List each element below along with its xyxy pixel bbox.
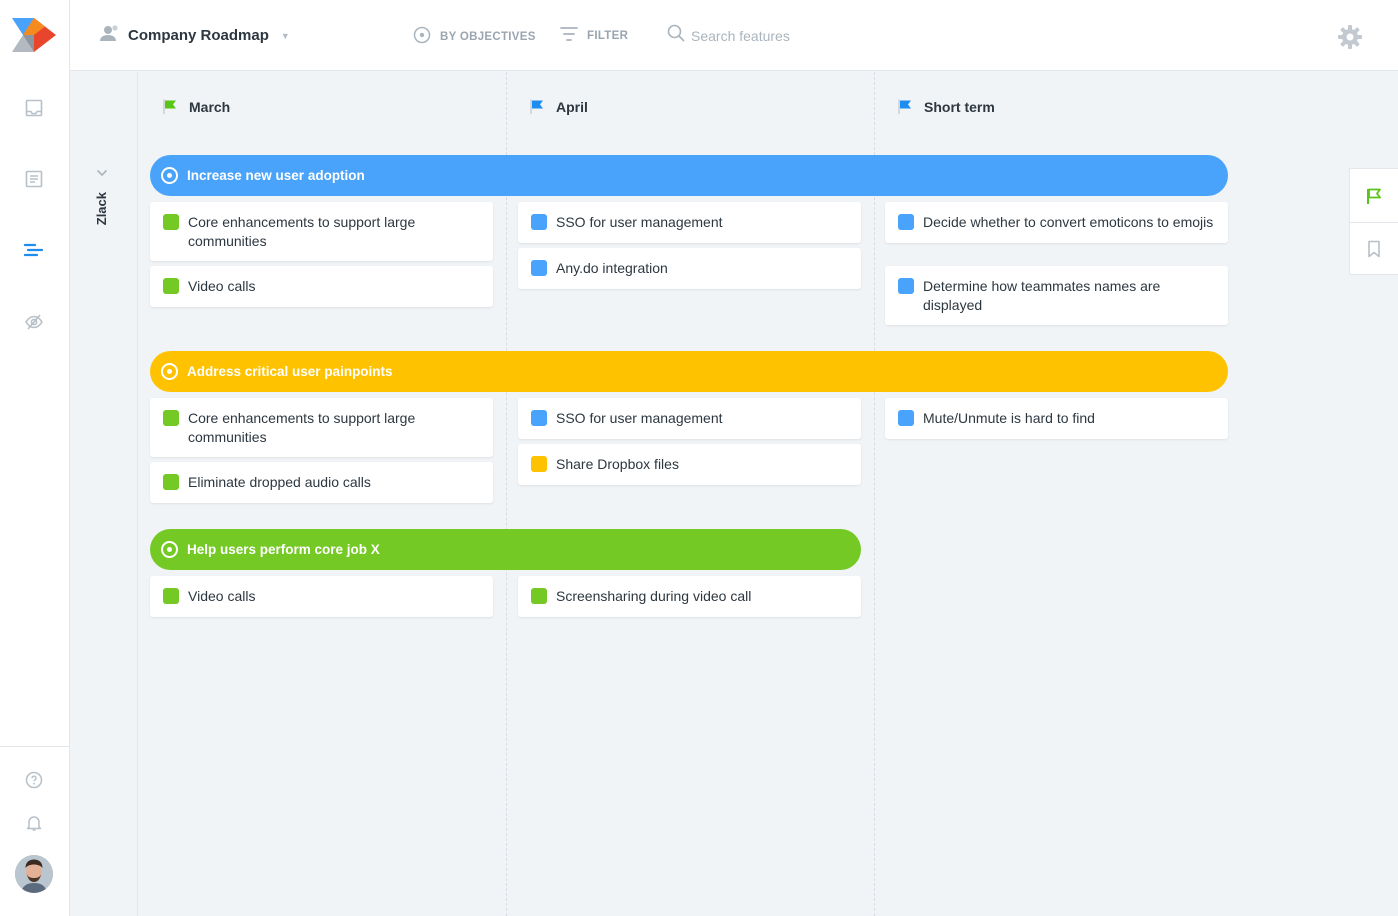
target-icon <box>161 363 178 380</box>
search-icon <box>667 24 685 47</box>
hidden-eye-icon[interactable] <box>22 310 46 334</box>
status-square-icon <box>163 278 179 294</box>
column-label: March <box>189 98 231 115</box>
column-divider <box>874 72 875 916</box>
flag-icon <box>530 99 543 114</box>
feature-title: Screensharing during video call <box>556 588 752 604</box>
objective-label: Help users perform core job X <box>187 542 380 557</box>
flag-icon <box>898 99 911 114</box>
users-icon <box>100 24 120 47</box>
feature-title: Determine how teammates names are displa… <box>923 278 1161 313</box>
status-square-icon <box>531 410 547 426</box>
status-square-icon <box>163 410 179 426</box>
bookmark-icon[interactable] <box>1350 222 1398 275</box>
filter-icon <box>560 26 578 45</box>
feature-card[interactable]: Video calls <box>150 576 493 617</box>
filter-label: FILTER <box>587 29 629 42</box>
objective-label: Increase new user adoption <box>187 168 365 183</box>
feature-title: Mute/Unmute is hard to find <box>923 410 1095 426</box>
chevron-down-icon <box>96 164 108 182</box>
status-square-icon <box>898 214 914 230</box>
feature-card[interactable]: Screensharing during video call <box>518 576 861 617</box>
help-icon[interactable] <box>22 768 46 792</box>
bell-icon[interactable] <box>22 811 46 835</box>
column-label: April <box>556 98 588 115</box>
objective-bar[interactable]: Address critical user painpoints <box>150 351 1228 392</box>
status-square-icon <box>531 214 547 230</box>
chevron-down-icon: ▼ <box>280 30 290 41</box>
feature-card[interactable]: Determine how teammates names are displa… <box>885 266 1228 325</box>
gear-icon[interactable] <box>1337 24 1363 55</box>
column-divider <box>506 72 507 916</box>
status-square-icon <box>898 278 914 294</box>
top-bar: Company Roadmap ▼ BY OBJECTIVES FILTER <box>70 0 1398 71</box>
side-panel-tabs <box>1349 168 1398 275</box>
objective-bar[interactable]: Help users perform core job X <box>150 529 861 570</box>
status-square-icon <box>531 588 547 604</box>
status-square-icon <box>898 410 914 426</box>
target-icon <box>161 541 178 558</box>
status-square-icon <box>531 456 547 472</box>
nav-divider <box>0 746 70 747</box>
status-square-icon <box>163 474 179 490</box>
column-header[interactable]: April <box>529 98 588 115</box>
feature-title: Share Dropbox files <box>556 456 679 472</box>
feature-card[interactable]: Core enhancements to support large commu… <box>150 398 493 457</box>
feature-card[interactable]: SSO for user management <box>518 202 861 243</box>
feature-card[interactable]: Mute/Unmute is hard to find <box>885 398 1228 439</box>
by-objectives-label: BY OBJECTIVES <box>440 30 536 43</box>
feature-title: Core enhancements to support large commu… <box>188 410 416 445</box>
column-header[interactable]: March <box>162 98 230 115</box>
filter-button[interactable]: FILTER <box>560 26 628 45</box>
feature-card[interactable]: Video calls <box>150 266 493 307</box>
roadmap-title: Company Roadmap <box>128 27 269 44</box>
group-label[interactable]: Zlack <box>94 164 109 225</box>
feature-title: Any.do integration <box>556 260 668 276</box>
feature-card[interactable]: Eliminate dropped audio calls <box>150 462 493 503</box>
objective-label: Address critical user painpoints <box>187 364 393 379</box>
target-icon <box>161 167 178 184</box>
roadmap-board: Zlack March April Short term Increase new … <box>70 72 1398 916</box>
search-box[interactable] <box>667 24 871 47</box>
feature-card[interactable]: Core enhancements to support large commu… <box>150 202 493 261</box>
inbox-icon[interactable] <box>22 96 46 120</box>
flag-icon <box>163 99 176 114</box>
left-nav <box>0 0 70 916</box>
roadmap-selector[interactable]: Company Roadmap ▼ <box>100 24 290 47</box>
by-objectives-button[interactable]: BY OBJECTIVES <box>413 26 536 47</box>
target-icon <box>413 26 431 47</box>
column-header[interactable]: Short term <box>897 98 995 115</box>
avatar[interactable] <box>15 855 53 893</box>
feature-card[interactable]: Decide whether to convert emoticons to e… <box>885 202 1228 243</box>
feature-title: Decide whether to convert emoticons to e… <box>923 214 1214 230</box>
feature-title: Core enhancements to support large commu… <box>188 214 416 249</box>
search-input[interactable] <box>691 27 871 44</box>
feature-title: Video calls <box>188 588 256 604</box>
flag-icon[interactable] <box>1350 169 1398 222</box>
app-logo[interactable] <box>12 18 56 52</box>
status-square-icon <box>531 260 547 276</box>
feature-title: Video calls <box>188 278 256 294</box>
document-icon[interactable] <box>22 167 46 191</box>
objective-bar[interactable]: Increase new user adoption <box>150 155 1228 196</box>
column-label: Short term <box>924 98 995 115</box>
status-square-icon <box>163 588 179 604</box>
feature-card[interactable]: SSO for user management <box>518 398 861 439</box>
feature-title: Eliminate dropped audio calls <box>188 474 371 490</box>
feature-title: SSO for user management <box>556 410 723 426</box>
feature-card[interactable]: Share Dropbox files <box>518 444 861 485</box>
status-square-icon <box>163 214 179 230</box>
group-column: Zlack <box>70 72 138 916</box>
feature-title: SSO for user management <box>556 214 723 230</box>
roadmap-icon[interactable] <box>22 238 46 262</box>
feature-card[interactable]: Any.do integration <box>518 248 861 289</box>
group-name: Zlack <box>94 192 109 226</box>
